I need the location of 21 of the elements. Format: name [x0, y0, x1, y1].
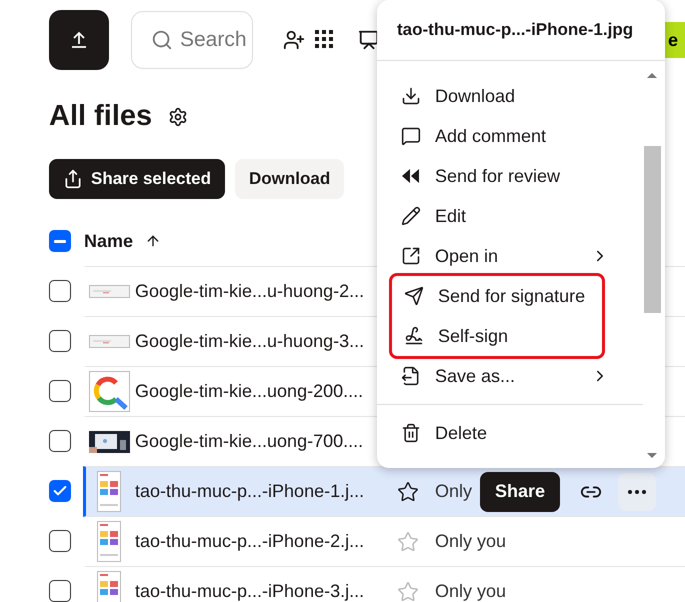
file-name: Google-tim-kie...u-huong-3... — [135, 331, 366, 352]
menu-item-label: Save as... — [435, 366, 516, 386]
file-name: Google-tim-kie...uong-200.... — [135, 381, 364, 402]
access-label: Only — [435, 481, 472, 502]
menu-item-label: Download — [435, 86, 516, 106]
menu-item-label: Send for review — [435, 166, 562, 186]
access-label: Only you — [435, 581, 506, 602]
file-name: tao-thu-muc-p...-iPhone-1.j... — [135, 481, 366, 502]
menu-item-label: Add comment — [435, 126, 548, 146]
file-name: tao-thu-muc-p...-iPhone-3.j... — [135, 581, 366, 602]
file-name: Google-tim-kie...u-huong-2... — [135, 281, 366, 302]
access-label: Only you — [435, 531, 506, 552]
file-name: tao-thu-muc-p...-iPhone-2.j... — [135, 531, 366, 552]
menu-item-label: Open in — [435, 246, 500, 266]
menu-item-label: Send for signature — [438, 286, 586, 306]
menu-item-label: Self-sign — [438, 326, 510, 346]
menu-title: tao-thu-muc-p...-iPhone-1.jpg — [377, 0, 665, 61]
menu-item-label: Edit — [435, 206, 468, 226]
page-title: All files — [49, 100, 152, 133]
menu-item-label: Delete — [435, 422, 488, 444]
file-name: Google-tim-kie...uong-700.... — [135, 431, 364, 452]
